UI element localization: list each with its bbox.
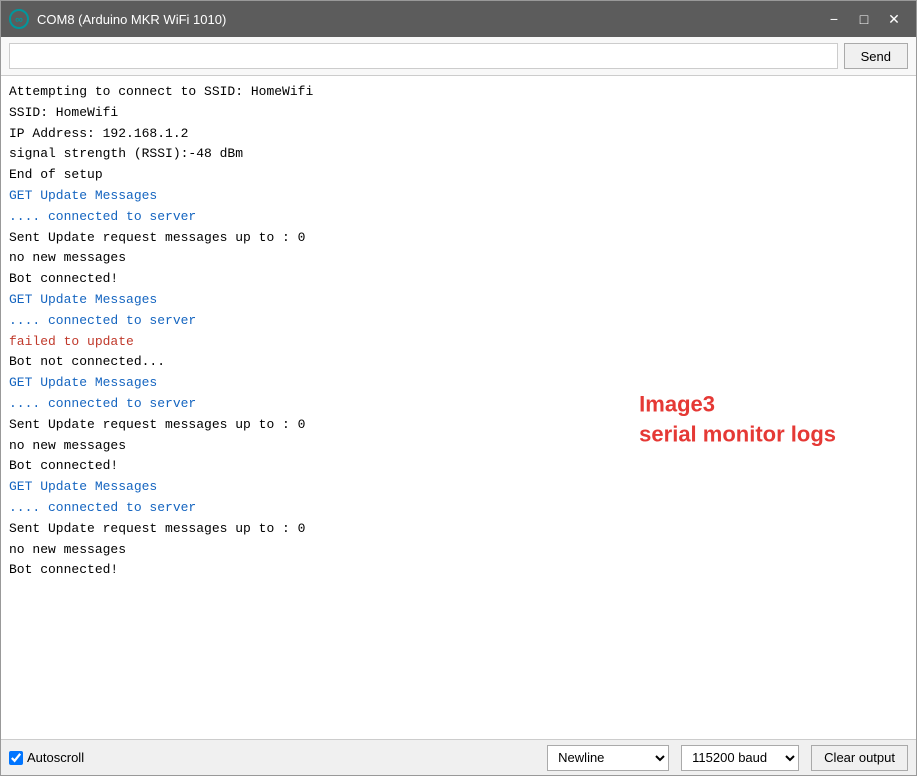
window-controls: − □ ✕ (820, 5, 908, 33)
window-title: COM8 (Arduino MKR WiFi 1010) (37, 12, 820, 27)
log-line: no new messages (9, 436, 908, 457)
autoscroll-text: Autoscroll (27, 750, 84, 765)
title-bar: ∞ COM8 (Arduino MKR WiFi 1010) − □ ✕ (1, 1, 916, 37)
autoscroll-checkbox[interactable] (9, 751, 23, 765)
autoscroll-label: Autoscroll (9, 750, 84, 765)
input-bar: Send (1, 37, 916, 76)
log-line: End of setup (9, 165, 908, 186)
log-line: GET Update Messages (9, 373, 908, 394)
status-bar: Autoscroll No line endingNewlineCarriage… (1, 739, 916, 775)
log-line: .... connected to server (9, 207, 908, 228)
output-area[interactable]: Attempting to connect to SSID: HomeWifiS… (1, 76, 916, 739)
send-button[interactable]: Send (844, 43, 908, 69)
log-line: .... connected to server (9, 394, 908, 415)
log-line: GET Update Messages (9, 477, 908, 498)
log-line: Bot connected! (9, 456, 908, 477)
log-line: .... connected to server (9, 498, 908, 519)
log-line: Attempting to connect to SSID: HomeWifi (9, 82, 908, 103)
log-line: Sent Update request messages up to : 0 (9, 519, 908, 540)
arduino-logo-icon: ∞ (9, 9, 29, 29)
log-line: Bot connected! (9, 560, 908, 581)
log-line: Bot not connected... (9, 352, 908, 373)
main-window: ∞ COM8 (Arduino MKR WiFi 1010) − □ ✕ Sen… (0, 0, 917, 776)
log-line: GET Update Messages (9, 186, 908, 207)
maximize-button[interactable]: □ (850, 5, 878, 33)
log-line: Sent Update request messages up to : 0 (9, 228, 908, 249)
log-line: IP Address: 192.168.1.2 (9, 124, 908, 145)
log-line: .... connected to server (9, 311, 908, 332)
log-line: failed to update (9, 332, 908, 353)
log-line: signal strength (RSSI):-48 dBm (9, 144, 908, 165)
clear-output-button[interactable]: Clear output (811, 745, 908, 771)
log-line: GET Update Messages (9, 290, 908, 311)
serial-input[interactable] (9, 43, 838, 69)
log-line: Bot connected! (9, 269, 908, 290)
svg-text:∞: ∞ (15, 14, 23, 26)
log-line: no new messages (9, 540, 908, 561)
log-line: Sent Update request messages up to : 0 (9, 415, 908, 436)
newline-dropdown[interactable]: No line endingNewlineCarriage returnBoth… (547, 745, 669, 771)
baud-dropdown[interactable]: 300 baud1200 baud2400 baud4800 baud9600 … (681, 745, 799, 771)
log-line: no new messages (9, 248, 908, 269)
log-line: SSID: HomeWifi (9, 103, 908, 124)
close-button[interactable]: ✕ (880, 5, 908, 33)
minimize-button[interactable]: − (820, 5, 848, 33)
